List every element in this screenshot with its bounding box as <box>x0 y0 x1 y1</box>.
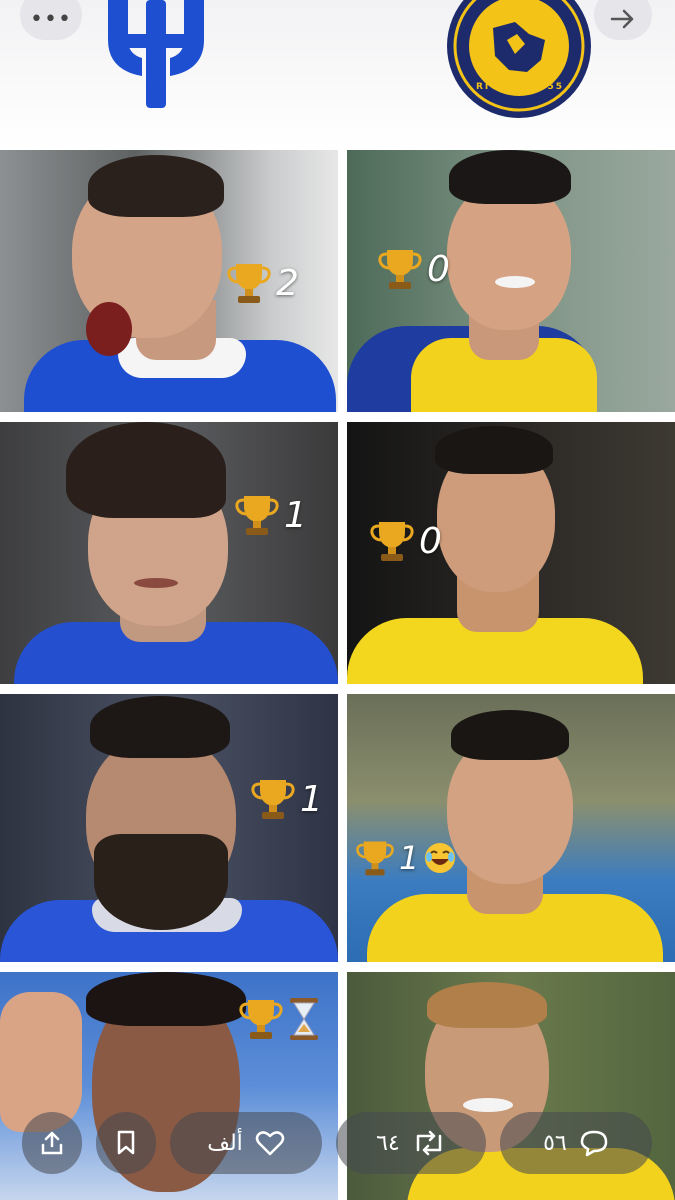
trophy-count-badge: 2 <box>226 260 299 306</box>
bookmark-icon <box>117 1130 135 1155</box>
header: ••• RIYADH 1955 <box>0 0 675 148</box>
share-icon <box>41 1131 63 1155</box>
trophy-icon <box>251 780 295 819</box>
raised-hand <box>0 992 82 1132</box>
trophy-count: 2 <box>276 262 299 304</box>
trophy-count-badge <box>238 996 320 1042</box>
forward-button[interactable] <box>594 0 652 40</box>
al-nassr-logo <box>447 0 591 118</box>
hourglass-icon <box>290 998 318 1040</box>
trophy-count: 0 <box>427 248 450 290</box>
more-options-button[interactable]: ••• <box>20 0 82 40</box>
player-photo-tile[interactable]: 0 <box>347 150 675 412</box>
trophy-icon <box>239 1000 283 1039</box>
player-photo-tile[interactable]: 1 <box>0 694 338 962</box>
player-photo-tile[interactable]: 2 <box>0 150 338 412</box>
retweet-icon <box>416 1130 442 1156</box>
likes-count: ألف <box>207 1130 243 1156</box>
trophy-icon <box>378 250 422 289</box>
trophy-count-badge: 0 <box>369 518 442 564</box>
comment-icon <box>580 1130 608 1157</box>
retweets-count: ٦٤ <box>376 1130 400 1156</box>
trophy-count: 0 <box>419 520 442 562</box>
trophy-count-badge: 1 <box>250 776 323 822</box>
trophy-count-badge: 1 <box>234 492 307 538</box>
player-photo-tile[interactable]: 1 <box>0 422 338 684</box>
trophy-count-badge: 1 <box>355 838 457 878</box>
bookmark-button[interactable] <box>96 1112 156 1174</box>
retweet-button[interactable]: ٦٤ <box>336 1112 486 1174</box>
al-hilal-logo <box>108 0 204 108</box>
heart-icon <box>255 1131 285 1156</box>
like-button[interactable]: ألف <box>170 1112 322 1174</box>
more-horizontal-icon: ••• <box>30 6 72 32</box>
reply-button[interactable]: ٥٦ <box>500 1112 652 1174</box>
replies-count: ٥٦ <box>543 1130 567 1156</box>
arrow-right-icon <box>610 9 634 29</box>
share-button[interactable] <box>22 1112 82 1174</box>
trophy-count: 1 <box>284 494 307 536</box>
player-photo-tile[interactable]: 1 <box>347 694 675 962</box>
trophy-icon <box>356 841 394 876</box>
trophy-icon <box>370 522 414 561</box>
player-photo-tile[interactable]: 0 <box>347 422 675 684</box>
trophy-icon <box>235 496 279 535</box>
trophy-count: 1 <box>300 778 323 820</box>
laughing-emoji-icon <box>425 843 456 873</box>
trophy-count: 1 <box>399 839 420 877</box>
trophy-count-badge: 0 <box>377 246 450 292</box>
al-nassr-logo-text: RIYADH 1955 <box>475 82 565 92</box>
trophy-icon <box>227 264 271 303</box>
